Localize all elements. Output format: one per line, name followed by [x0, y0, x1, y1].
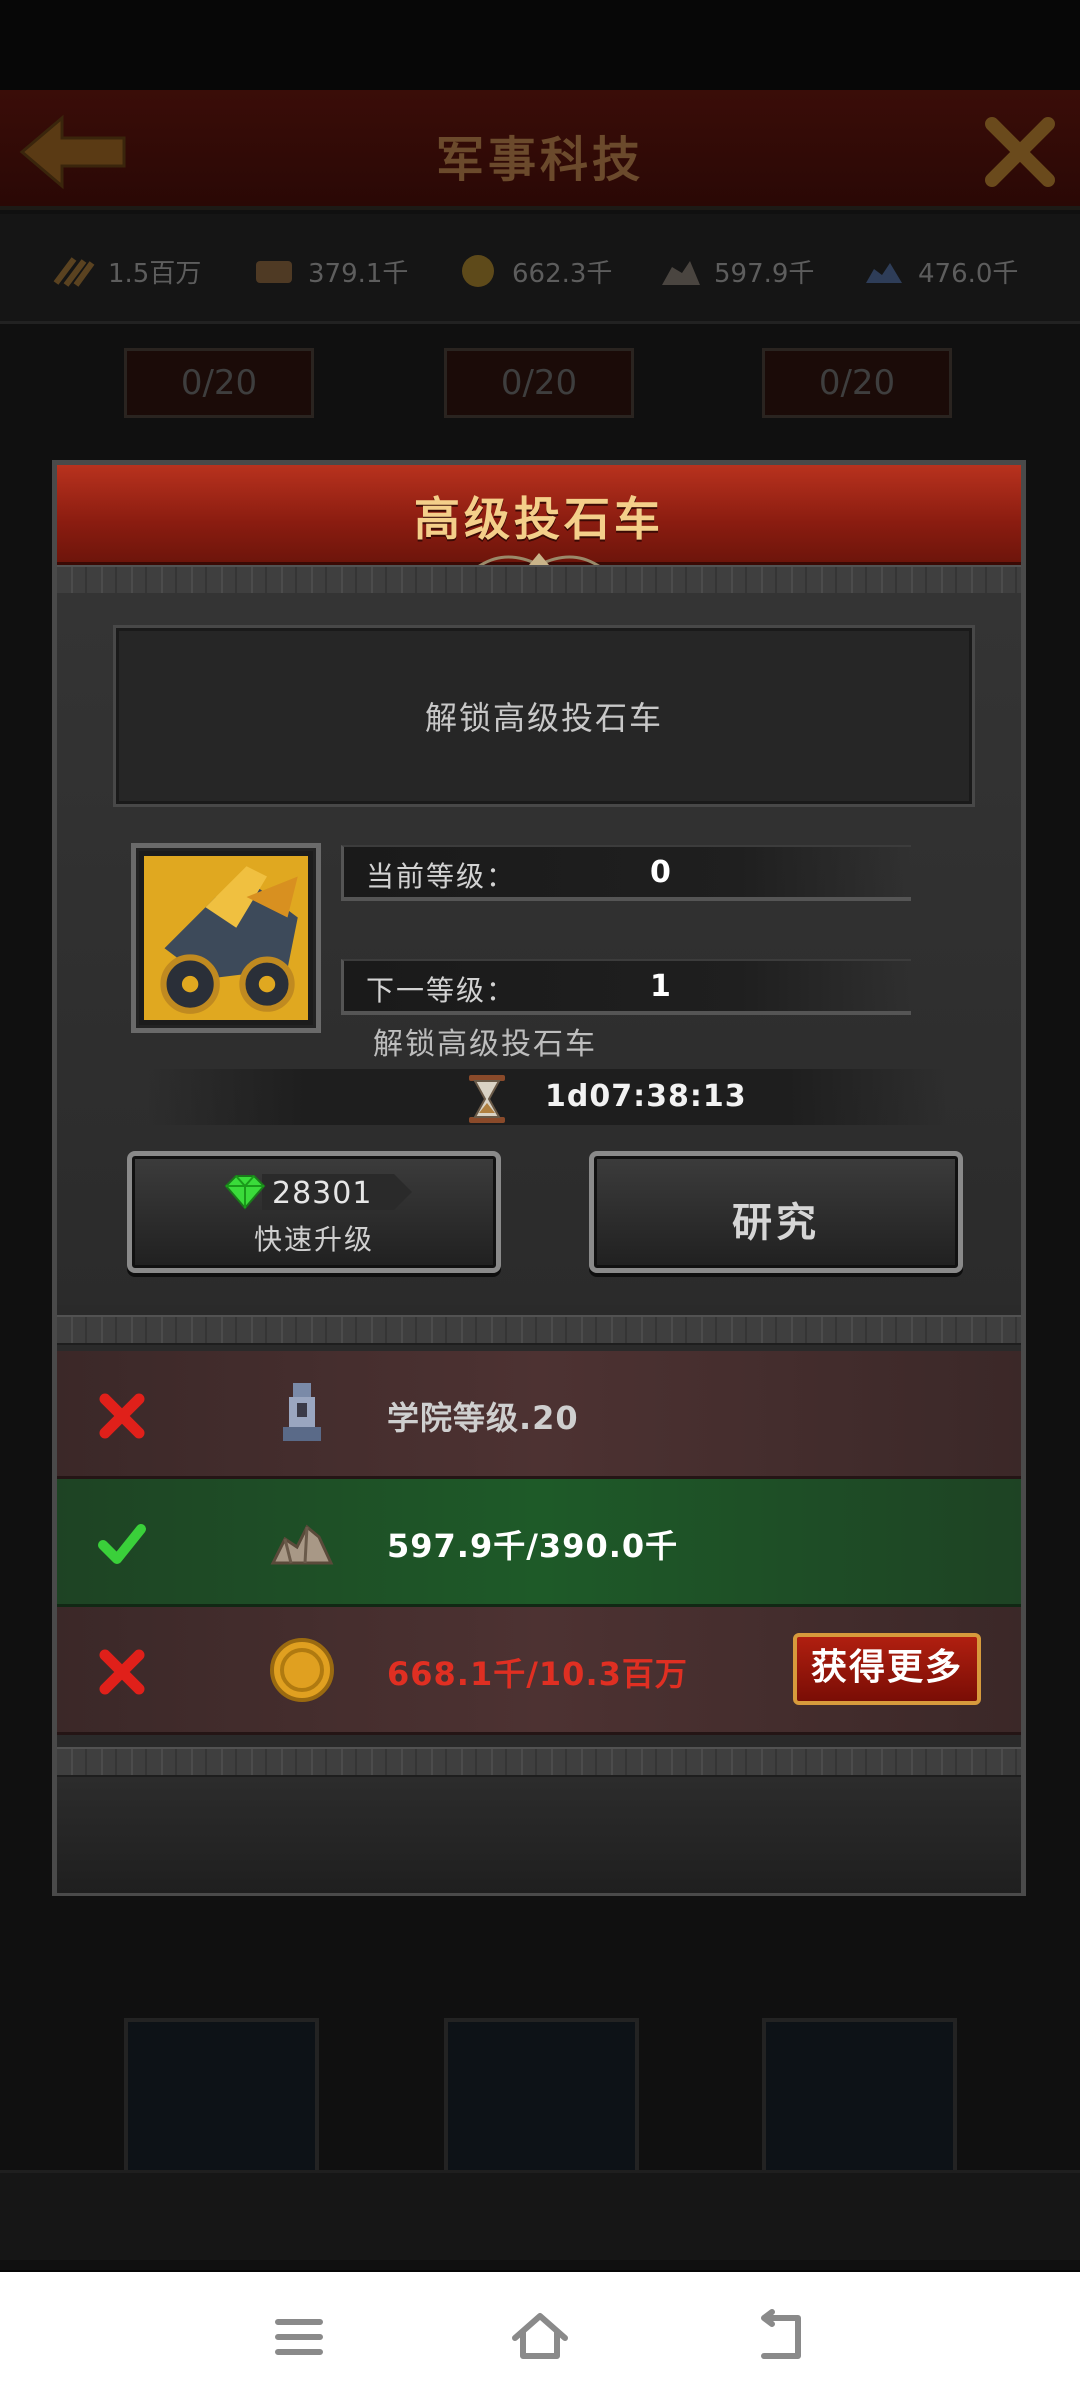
- background-progress-cell: 0/20: [124, 348, 314, 418]
- background-bottom-bar: [0, 2170, 1080, 2260]
- stone-icon: [662, 261, 700, 285]
- get-more-button[interactable]: 获得更多: [793, 1633, 981, 1705]
- description-text: 解锁高级投石车: [424, 699, 663, 737]
- resource-value: 597.9千: [714, 258, 815, 289]
- background-progress-cell: 0/20: [444, 348, 634, 418]
- research-time-text: 1d07:38:13: [545, 1079, 747, 1114]
- current-level-label: 当前等级：: [366, 860, 517, 893]
- unit-portrait: [131, 843, 321, 1033]
- resource-value: 1.5百万: [108, 258, 202, 289]
- cross-icon: [99, 1649, 145, 1695]
- requirement-text: 597.9千/390.0千: [387, 1527, 679, 1565]
- resource-gold: 662.3千: [456, 246, 612, 296]
- dialog-title: 高级投石车: [414, 492, 664, 546]
- gold-coin-icon: [270, 1638, 334, 1702]
- resource-food: 379.1千: [252, 246, 408, 296]
- check-icon: [98, 1524, 146, 1564]
- home-icon[interactable]: [505, 2302, 575, 2372]
- requirement-row-gold: 668.1千/10.3百万 获得更多: [57, 1607, 1021, 1735]
- background-title: 军事科技: [435, 132, 644, 188]
- next-level-label: 下一等级：: [366, 974, 517, 1007]
- description-box: 解锁高级投石车: [113, 625, 975, 807]
- back-icon[interactable]: [746, 2302, 816, 2372]
- resource-bar: 1.5百万 379.1千 662.3千 597.9千 476.0千: [0, 214, 1080, 324]
- menu-icon[interactable]: [264, 2302, 334, 2372]
- requirement-text: 668.1千/10.3百万: [387, 1655, 688, 1693]
- gold-coin-icon: [462, 255, 494, 287]
- decorative-band: [57, 1315, 1021, 1345]
- research-time-row: 1d07:38:13: [147, 1069, 947, 1125]
- background-tech-portrait: [444, 2018, 639, 2188]
- next-level-value: 1: [650, 969, 671, 1004]
- research-button[interactable]: 研究: [589, 1151, 963, 1273]
- gem-cost: 28301: [272, 1176, 373, 1211]
- resource-ore: 476.0千: [862, 246, 1018, 296]
- tech-detail-dialog: 高级投石车 解锁高级投石车 当前等级： 0 下一等级： 1 解锁高级投石车 1d…: [52, 460, 1026, 1896]
- catapult-icon: [144, 856, 308, 1020]
- decorative-band: [57, 1747, 1021, 1777]
- dialog-footer: [57, 1777, 1021, 1893]
- requirement-row-stone: 597.9千/390.0千: [57, 1479, 1021, 1607]
- hourglass-icon: [469, 1075, 505, 1123]
- system-navigation-bar: [0, 2272, 1080, 2400]
- stone-icon: [270, 1524, 334, 1565]
- resource-value: 662.3千: [512, 258, 613, 289]
- requirement-row-academy: 学院等级.20: [57, 1351, 1021, 1479]
- food-icon: [256, 261, 292, 283]
- ore-icon: [866, 263, 902, 283]
- screen: 军事科技 1.5百万 379.1千 662.3千 597.9千 476.0千 0…: [0, 0, 1080, 2400]
- research-label: 研究: [732, 1200, 820, 1246]
- quick-upgrade-button[interactable]: 28301 快速升级: [127, 1151, 501, 1273]
- background-title-bar: 军事科技: [0, 90, 1080, 210]
- cross-icon: [99, 1393, 145, 1439]
- wood-icon: [53, 257, 95, 287]
- quick-upgrade-label: 快速升级: [253, 1223, 374, 1256]
- resource-value: 476.0千: [918, 258, 1019, 289]
- decorative-band: [57, 565, 1021, 595]
- resource-value: 379.1千: [308, 258, 409, 289]
- next-level-row: 下一等级： 1: [341, 959, 911, 1015]
- background-tech-portrait: [762, 2018, 957, 2188]
- gem-icon: [224, 1175, 266, 1210]
- current-level-row: 当前等级： 0: [341, 845, 911, 901]
- academy-icon: [283, 1383, 321, 1441]
- current-level-value: 0: [650, 855, 671, 890]
- next-level-effect: 解锁高级投石车: [373, 1027, 597, 1062]
- resource-stone: 597.9千: [658, 246, 814, 296]
- requirement-text: 学院等级.20: [387, 1399, 579, 1437]
- close-icon[interactable]: [980, 112, 1060, 192]
- background-progress-cell: 0/20: [762, 348, 952, 418]
- background-tech-portrait: [124, 2018, 319, 2188]
- resource-wood: 1.5百万: [52, 246, 201, 296]
